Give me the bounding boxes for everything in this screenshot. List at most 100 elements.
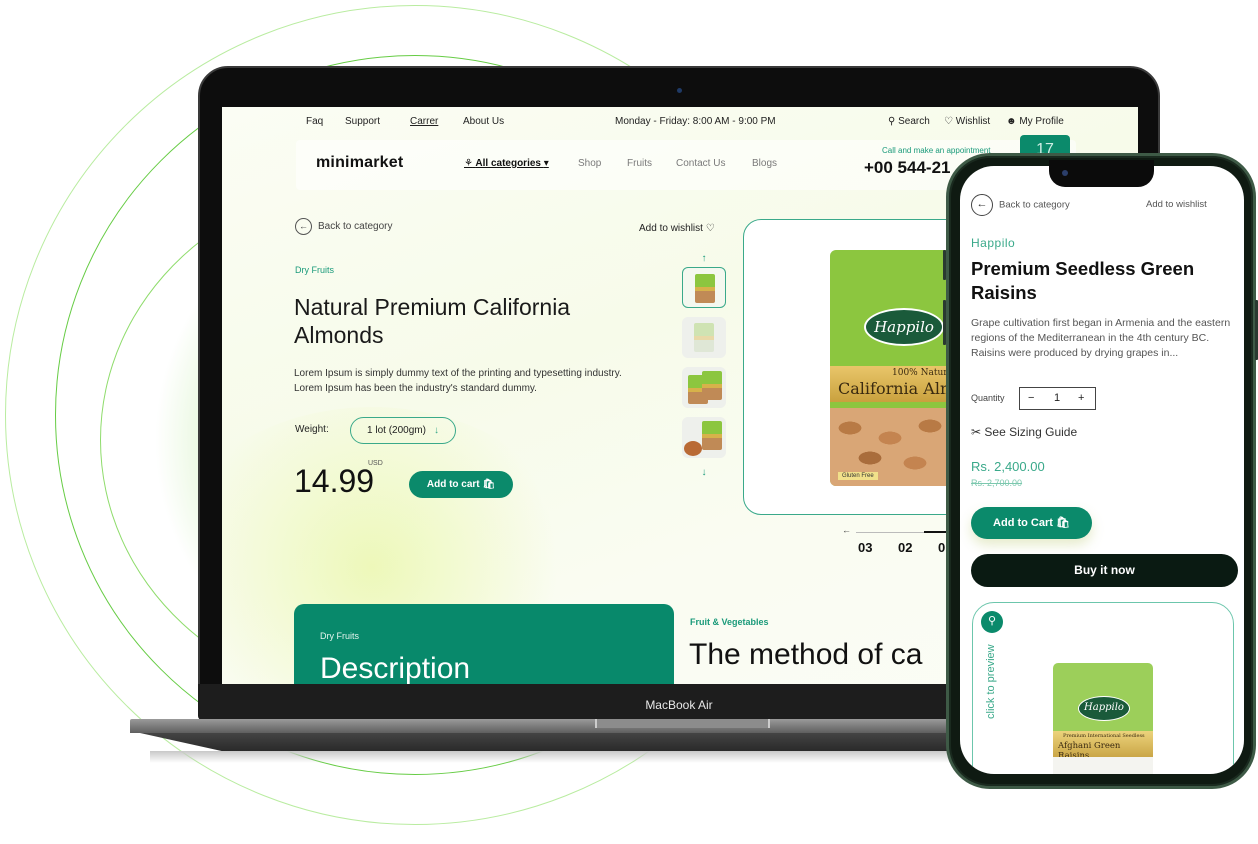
nav-link-contact[interactable]: Contact Us <box>676 158 725 169</box>
add-to-cart-button[interactable]: Add to Cart 🛍︎ <box>971 507 1092 539</box>
product-thumbnail-image <box>702 421 722 450</box>
add-to-wishlist-link[interactable]: Add to wishlist <box>1146 199 1207 210</box>
wishlist-label: Wishlist <box>955 116 991 127</box>
package-window <box>1053 757 1153 774</box>
thumbnail[interactable] <box>682 267 726 308</box>
all-categories-label: All categories <box>475 158 541 169</box>
topbar-link-faq[interactable]: Faq <box>306 116 323 127</box>
arrow-down-icon: ↓ <box>433 425 439 436</box>
add-to-wishlist-link[interactable]: Add to wishlist ♡ <box>639 223 715 234</box>
back-label: Back to category <box>318 221 393 233</box>
phone-camera <box>1062 170 1068 176</box>
weight-select[interactable]: 1 lot (200gm) ↓ <box>350 417 456 444</box>
scissors-icon: ✂︎ <box>971 425 982 439</box>
product-description: Grape cultivation first began in Armenia… <box>971 317 1231 359</box>
shopping-bag-icon: 🛍︎ <box>482 479 496 490</box>
thumbnail-gallery: ↑ ↓ <box>681 253 727 481</box>
search-label: Search <box>898 116 930 127</box>
phone-side-button <box>943 300 946 345</box>
buy-now-button[interactable]: Buy it now <box>971 554 1238 587</box>
device-mockup-stage: Faq Support Carrer About Us Monday - Fri… <box>0 0 1258 844</box>
product-thumbnail-image <box>702 371 722 400</box>
profile-link[interactable]: ☻ My Profile <box>1006 116 1064 127</box>
back-to-category-link[interactable]: ← Back to category <box>295 218 392 235</box>
wishlist-link[interactable]: ♡ Wishlist <box>944 116 990 127</box>
product-thumbnail-image <box>694 323 714 352</box>
nav-link-blogs[interactable]: Blogs <box>752 158 777 169</box>
section-heading: The method of ca <box>689 638 923 671</box>
nav-link-shop[interactable]: Shop <box>578 158 601 169</box>
wishlist-label: Add to wishlist <box>639 223 703 234</box>
phone-screen: ← Back to category Add to wishlist Happil… <box>960 166 1244 774</box>
back-to-category-link[interactable]: ← Back to category <box>971 194 1070 216</box>
heart-icon: ♡ <box>705 223 715 234</box>
quantity-value[interactable]: 1 <box>1054 392 1060 404</box>
product-title: Premium Seedless Green Raisins <box>971 258 1195 303</box>
product-description: Lorem Ipsum is simply dummy text of the … <box>294 368 622 394</box>
pager-number[interactable]: 03 <box>858 540 872 555</box>
thumbnail[interactable] <box>682 417 726 458</box>
chevron-down-icon: ▾ <box>543 158 549 169</box>
plus-button[interactable]: + <box>1078 392 1084 404</box>
arrow-left-icon[interactable]: ← <box>842 525 851 535</box>
arrow-up-icon[interactable]: ↑ <box>681 253 727 267</box>
heart-icon: ♡ <box>944 116 953 127</box>
product-brand[interactable]: Happilo <box>971 236 1015 250</box>
contact-phone[interactable]: +00 544-21 <box>864 158 951 178</box>
click-to-preview-label: click to preview <box>985 644 997 719</box>
quantity-stepper[interactable]: − 1 + <box>1019 387 1096 410</box>
topbar-link-about[interactable]: About Us <box>463 116 504 127</box>
business-hours: Monday - Friday: 8:00 AM - 9:00 PM <box>615 116 776 127</box>
minus-button[interactable]: − <box>1028 392 1034 404</box>
almonds-image <box>684 441 702 456</box>
package-small-text: Premium International Seedless <box>1063 733 1145 739</box>
product-preview-card[interactable]: ⚲ click to preview Happilo Premium Inter… <box>972 602 1234 774</box>
search-icon[interactable]: ⚲ <box>981 611 1003 633</box>
arrow-left-icon: ← <box>295 218 312 235</box>
phone-side-button <box>943 250 946 280</box>
profile-label: My Profile <box>1019 116 1064 127</box>
top-utility-bar: Faq Support Carrer About Us Monday - Fri… <box>306 116 1070 132</box>
add-to-cart-label: Add to cart <box>426 479 480 490</box>
add-to-cart-label: Add to Cart <box>993 517 1053 529</box>
product-thumbnail-image <box>695 274 715 303</box>
user-icon: ☻ <box>1006 116 1017 127</box>
section-tag: Fruit & Vegetables <box>690 617 769 627</box>
arrow-left-icon: ← <box>971 194 993 216</box>
brand-logo: Happilo <box>1078 696 1130 721</box>
quantity-label: Quantity <box>971 393 1005 403</box>
category-icon: ⚘ <box>464 158 473 169</box>
search-icon: ⚲ <box>888 116 896 127</box>
back-label: Back to category <box>999 199 1070 211</box>
topbar-link-support[interactable]: Support <box>345 116 380 127</box>
thumbnail[interactable] <box>682 367 726 408</box>
thumbnail[interactable] <box>682 317 726 358</box>
product-title: Natural Premium California Almonds <box>294 294 571 348</box>
nav-link-fruits[interactable]: Fruits <box>627 158 652 169</box>
appointment-label: Call and make an appointment <box>882 146 991 155</box>
package-large-text: California Alm <box>838 379 956 398</box>
add-to-cart-button[interactable]: Add to cart 🛍︎ <box>409 471 513 498</box>
pager-number[interactable]: 02 <box>898 540 912 555</box>
package-label-band: Premium International Seedless Afghani G… <box>1053 731 1153 761</box>
product-price: 14.99 <box>294 463 375 499</box>
image-pager: ← 03 02 0 <box>842 525 966 557</box>
brand-logo: Happilo <box>864 308 944 346</box>
topbar-link-career[interactable]: Carrer <box>410 116 438 127</box>
sizing-guide-link[interactable]: ✂︎ See Sizing Guide <box>971 425 1077 439</box>
original-price: Rs. 2,700.00 <box>971 478 1023 488</box>
description-heading: Description <box>320 652 471 684</box>
arrow-down-icon[interactable]: ↓ <box>681 467 727 481</box>
search-link[interactable]: ⚲ Search <box>888 116 930 127</box>
raisin-package-image: Happilo Premium International Seedless A… <box>1053 663 1153 774</box>
site-logo[interactable]: minimarket <box>316 154 403 172</box>
weight-label: Weight: <box>295 424 329 435</box>
gluten-free-badge: Gluten Free <box>838 472 878 480</box>
pager-number[interactable]: 0 <box>938 540 945 555</box>
all-categories-dropdown[interactable]: ⚘ All categories ▾ <box>464 158 549 169</box>
weight-value: 1 lot (200gm) <box>367 425 426 436</box>
shopping-bag-icon: 🛍︎ <box>1055 517 1070 529</box>
product-category[interactable]: Dry Fruits <box>295 265 334 275</box>
description-card: Dry Fruits Description <box>294 604 674 684</box>
description-tag: Dry Fruits <box>320 631 359 641</box>
